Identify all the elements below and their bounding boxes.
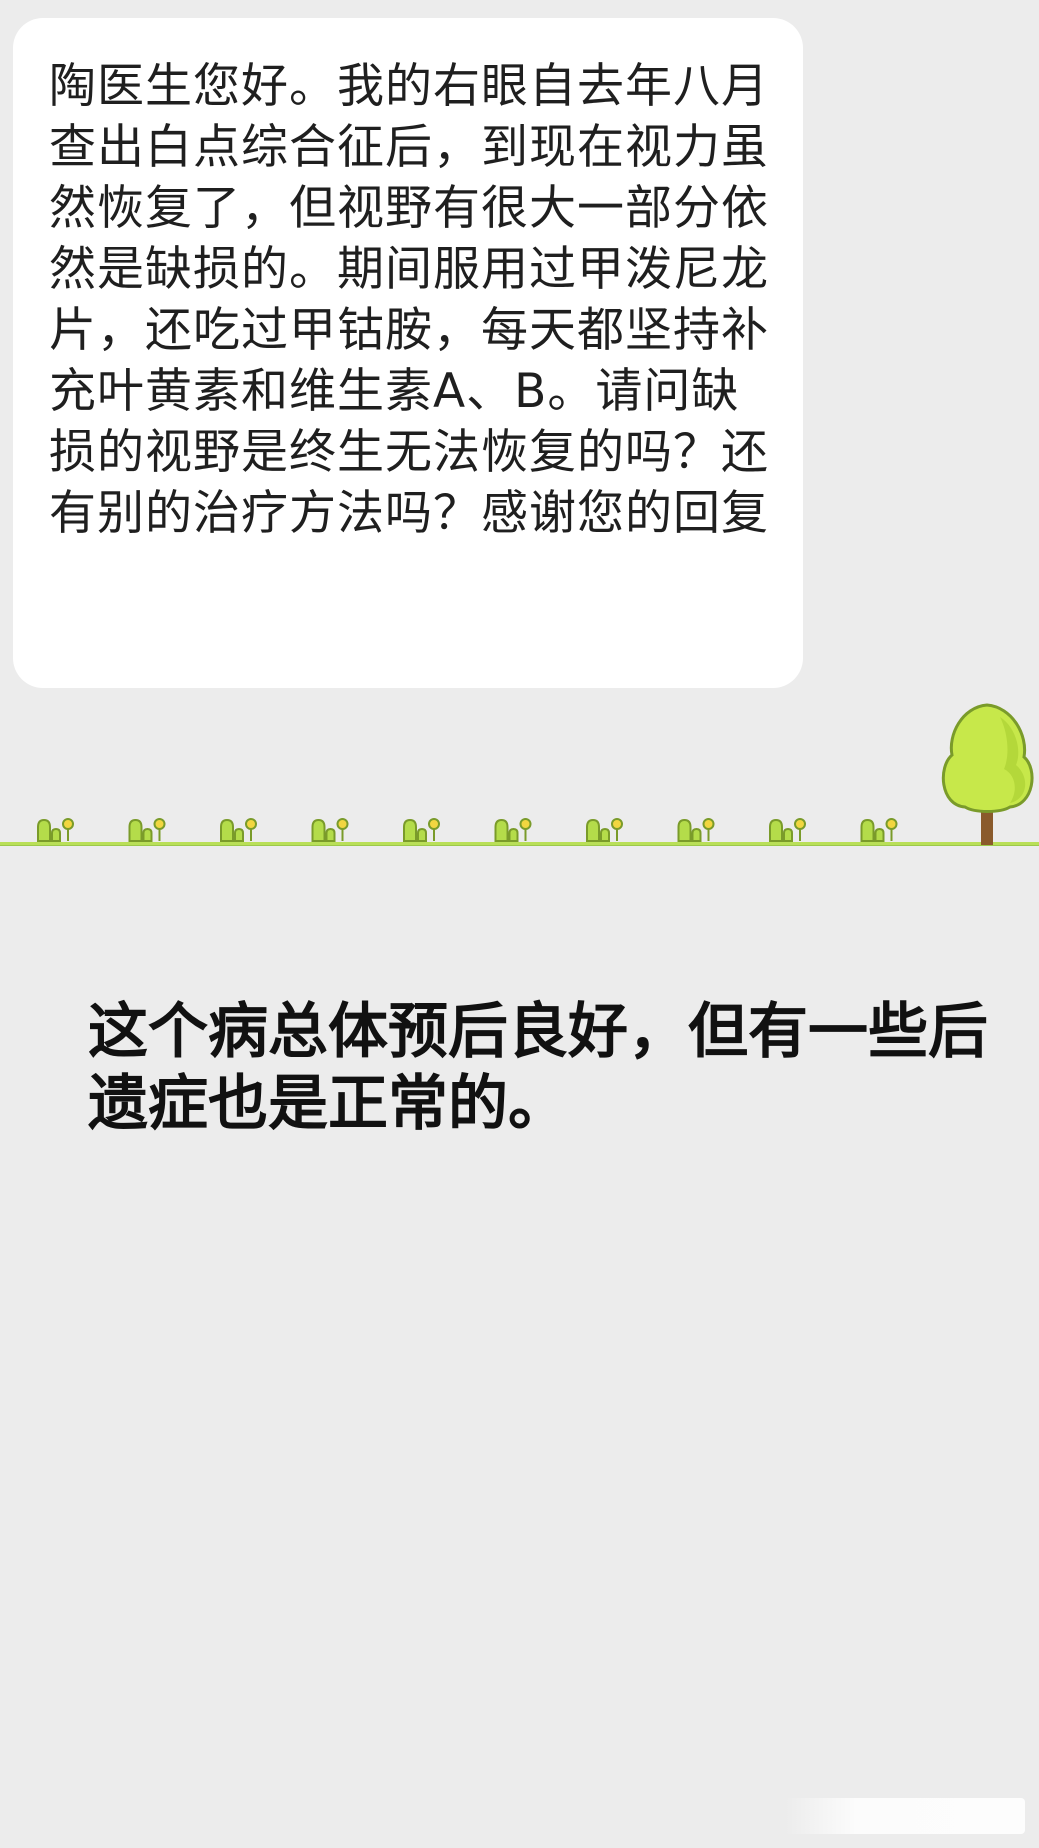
bubble-tail — [13, 48, 29, 72]
grass-sprout-icon — [220, 818, 257, 842]
grass-sprout-icon — [403, 818, 440, 842]
grass-sprout-icon — [769, 818, 806, 842]
message-text: 陶医生您好。我的右眼自去年八月查出白点综合征后，到现在视力虽然恢复了，但视野有很… — [49, 59, 769, 541]
message-bubble: 陶医生您好。我的右眼自去年八月查出白点综合征后，到现在视力虽然恢复了，但视野有很… — [13, 18, 803, 688]
grass-sprout-icon — [128, 818, 166, 842]
grass-sprout-icon — [860, 818, 898, 842]
watermark — [785, 1798, 1025, 1834]
grass-sprout-icon — [677, 818, 715, 842]
ground-line — [0, 842, 1039, 845]
grass-sprout-icon — [586, 818, 623, 842]
grass-divider — [0, 703, 1039, 846]
grass-sprout-icon — [311, 818, 349, 842]
tree-icon — [941, 703, 1034, 845]
reply-text: 这个病总体预后良好，但有一些后遗症也是正常的。 — [88, 997, 988, 1139]
sprouts-row — [37, 818, 898, 842]
grass-sprout-icon — [494, 818, 532, 842]
grass-sprout-icon — [37, 818, 74, 842]
